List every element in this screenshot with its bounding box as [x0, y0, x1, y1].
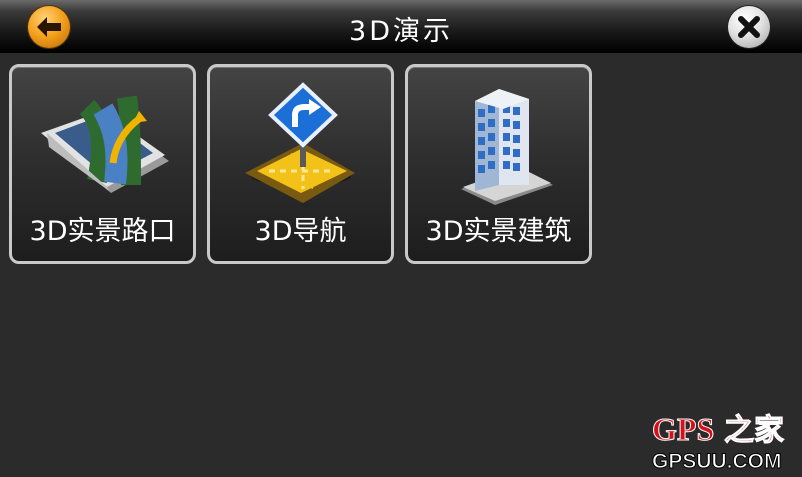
building-icon: [461, 89, 553, 205]
watermark-gps-text: GPS: [652, 411, 714, 447]
watermark-logo: GPS 之家 GPSUU.COM: [648, 408, 798, 474]
turn-sign-crossroad-icon: [245, 82, 355, 203]
tile-label: 3D实景建筑: [425, 216, 572, 247]
watermark-url-text: GPSUU.COM: [652, 450, 782, 470]
menu-tile-3d-navigation[interactable]: 3D导航: [207, 64, 394, 264]
watermark-cn-text: 之家: [724, 413, 784, 448]
junction-map-icon: [41, 95, 169, 193]
close-x-icon: [738, 16, 760, 38]
title-bar: 3D演示: [0, 0, 802, 53]
tile-label: 3D实景路口: [29, 216, 176, 247]
close-button[interactable]: [728, 6, 770, 48]
page-title: 3D演示: [349, 16, 453, 47]
menu-tile-3d-buildings[interactable]: 3D实景建筑: [405, 64, 592, 264]
tile-label: 3D导航: [254, 216, 347, 247]
menu-tile-3d-junction[interactable]: 3D实景路口: [9, 64, 196, 264]
